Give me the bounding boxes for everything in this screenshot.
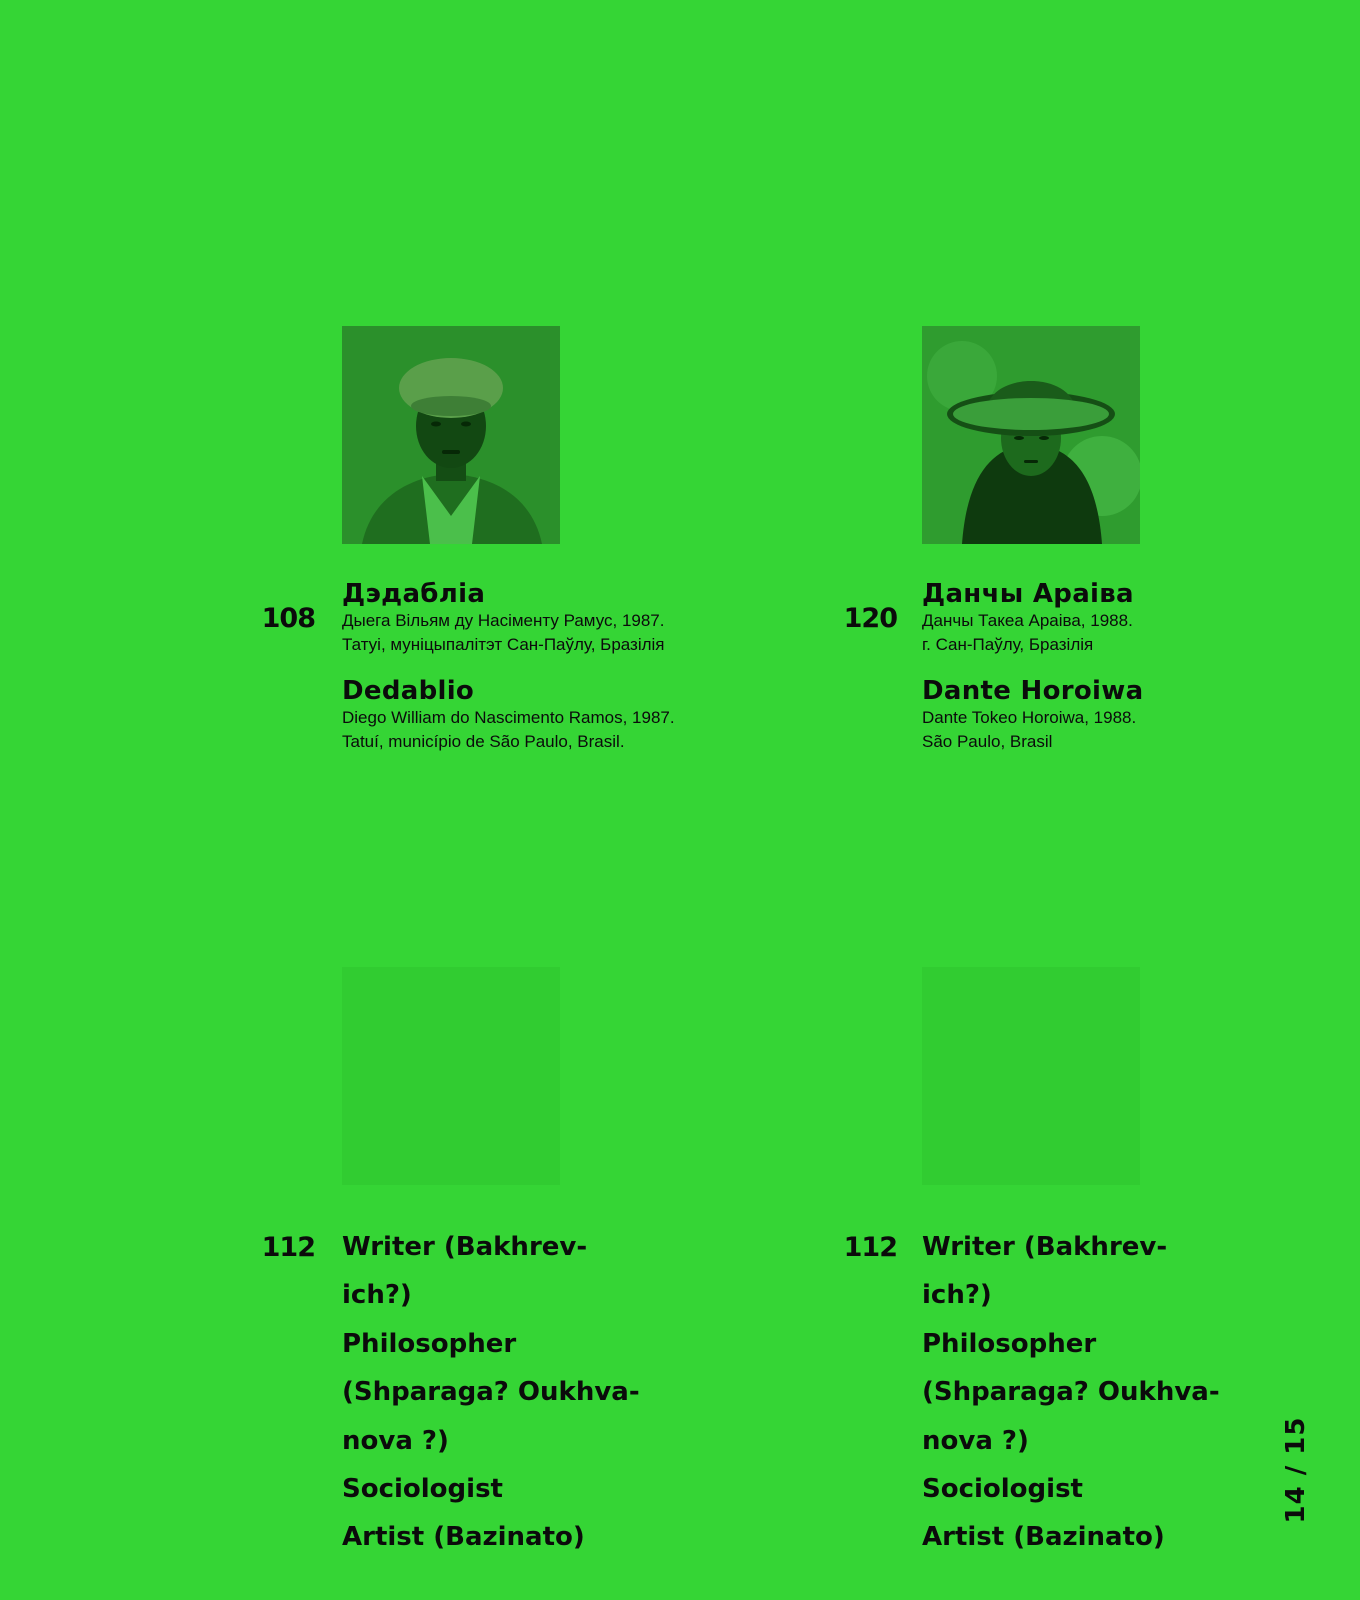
- person-info-be-1-line-2: Татуі, муніцыпалітэт Сан-Паўлу, Бразілія: [342, 635, 665, 654]
- roles-2-line-3: Philosopher: [922, 1328, 1097, 1359]
- roles-number-2: 112: [843, 1232, 898, 1263]
- roles-2-line-6: Sociologist: [922, 1473, 1083, 1504]
- person-info-en-2-line-2: São Paulo, Brasil: [922, 732, 1053, 751]
- roles-list-1: Writer (Bakhrev- ich?) Philosopher (Shpa…: [342, 1223, 640, 1562]
- person-info-be-1: Дыега Вільям ду Насіменту Рамус, 1987. Т…: [342, 609, 665, 657]
- portrait-photo-2: [922, 326, 1140, 544]
- person-name-en-2: Dante Horoiwa: [922, 676, 1144, 706]
- person-info-be-2-line-1: Данчы Такеа Араіва, 1988.: [922, 611, 1133, 630]
- person-number-1: 108: [261, 603, 316, 634]
- image-placeholder-1: [342, 967, 560, 1185]
- portrait-photo-1: [342, 326, 560, 544]
- roles-2-line-1: Writer (Bakhrev-: [922, 1232, 1168, 1262]
- person-info-en-1-line-2: Tatuí, município de São Paulo, Brasil.: [342, 732, 625, 751]
- portrait-image-1: [342, 326, 560, 544]
- roles-2-line-4: (Shparaga? Oukhva-: [922, 1377, 1220, 1408]
- person-info-en-2-line-1: Dante Tokeo Horoiwa, 1988.: [922, 708, 1137, 727]
- roles-1-line-4: (Shparaga? Oukhva-: [342, 1377, 640, 1408]
- page-indicator: 14 / 15: [1281, 1416, 1311, 1524]
- person-info-en-1-line-1: Diego William do Nascimento Ramos, 1987.: [342, 708, 675, 727]
- image-placeholder-2: [922, 967, 1140, 1185]
- person-info-be-2: Данчы Такеа Араіва, 1988. г. Сан-Паўлу, …: [922, 609, 1133, 657]
- person-info-be-1-line-1: Дыега Вільям ду Насіменту Рамус, 1987.: [342, 611, 665, 630]
- portrait-image-2: [922, 326, 1140, 544]
- person-name-be-2: Данчы Араіва: [922, 579, 1134, 609]
- roles-1-line-2: ich?): [342, 1280, 412, 1311]
- person-number-2: 120: [843, 603, 898, 634]
- roles-1-line-1: Writer (Bakhrev-: [342, 1232, 588, 1262]
- person-info-en-2: Dante Tokeo Horoiwa, 1988. São Paulo, Br…: [922, 706, 1136, 754]
- roles-list-2: Writer (Bakhrev- ich?) Philosopher (Shpa…: [922, 1223, 1220, 1562]
- person-name-en-1: Dedablio: [342, 676, 475, 706]
- person-info-be-2-line-2: г. Сан-Паўлу, Бразілія: [922, 635, 1094, 654]
- roles-1-line-6: Sociologist: [342, 1473, 503, 1504]
- roles-1-line-5: nova ?): [342, 1425, 449, 1456]
- roles-number-1: 112: [261, 1232, 316, 1263]
- person-name-be-1: Дэдабліа: [342, 579, 486, 609]
- person-info-en-1: Diego William do Nascimento Ramos, 1987.…: [342, 706, 675, 754]
- roles-2-line-5: nova ?): [922, 1425, 1029, 1456]
- roles-1-line-7: Artist (Bazinato): [342, 1522, 585, 1553]
- roles-1-line-3: Philosopher: [342, 1328, 517, 1359]
- roles-2-line-7: Artist (Bazinato): [922, 1522, 1165, 1553]
- roles-2-line-2: ich?): [922, 1280, 992, 1311]
